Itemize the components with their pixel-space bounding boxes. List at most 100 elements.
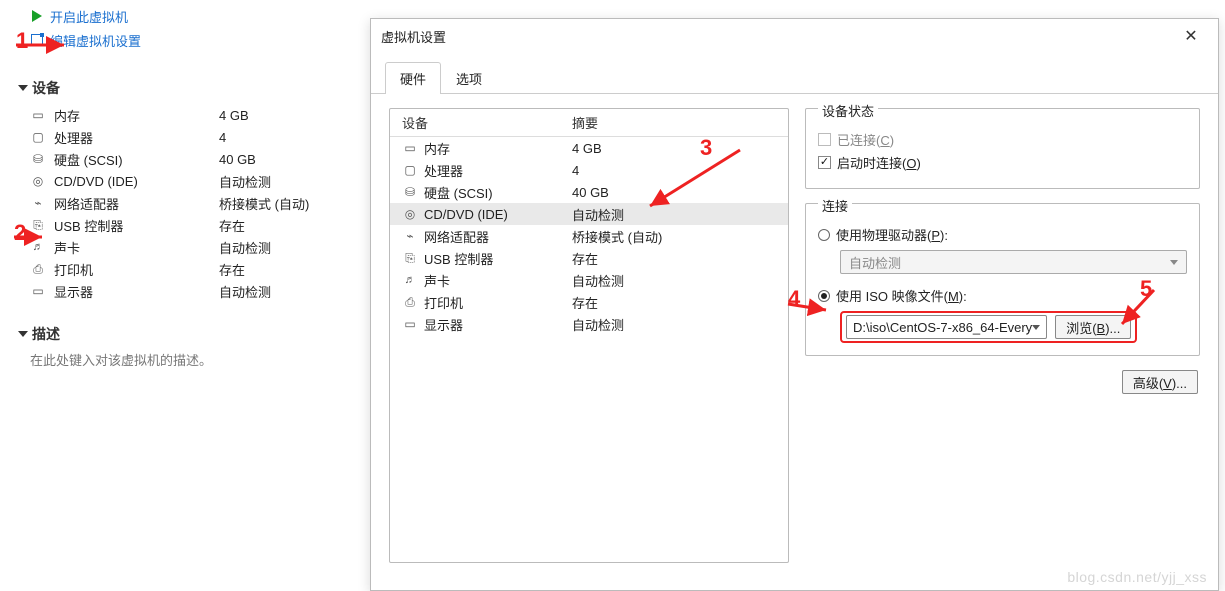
tab-options[interactable]: 选项 xyxy=(441,62,497,94)
list-item[interactable]: 硬盘 (SCSI)40 GB xyxy=(30,148,370,170)
device-icon xyxy=(402,274,418,286)
device-name: 声卡 xyxy=(54,238,219,257)
radio-checked-icon xyxy=(818,290,830,302)
description-placeholder[interactable]: 在此处键入对该虚拟机的描述。 xyxy=(30,350,370,369)
device-icon xyxy=(30,262,46,277)
device-name: 网络适配器 xyxy=(424,227,572,246)
checkbox-checked-icon: ✓ xyxy=(818,156,831,169)
device-name: 打印机 xyxy=(54,260,219,279)
table-row[interactable]: 网络适配器桥接模式 (自动) xyxy=(390,225,788,247)
physical-drive-select: 自动检测 xyxy=(840,250,1187,274)
device-value: 自动检测 xyxy=(219,172,271,191)
table-header: 设备 摘要 xyxy=(390,113,788,137)
device-summary: 自动检测 xyxy=(572,205,624,224)
tab-hardware[interactable]: 硬件 xyxy=(385,62,441,94)
devices-section-header[interactable]: 设备 xyxy=(18,78,370,98)
device-value: 存在 xyxy=(219,260,245,279)
device-summary: 4 xyxy=(572,163,579,178)
device-icon xyxy=(402,251,418,266)
list-item[interactable]: 网络适配器桥接模式 (自动) xyxy=(30,192,370,214)
edit-vm-settings-link[interactable]: 编辑虚拟机设置 xyxy=(30,28,370,52)
table-row[interactable]: USB 控制器存在 xyxy=(390,247,788,269)
connect-at-poweron-checkbox[interactable]: ✓ 启动时连接(O) xyxy=(818,153,1187,172)
list-item[interactable]: CD/DVD (IDE)自动检测 xyxy=(30,170,370,192)
device-summary-list: 内存4 GB处理器4硬盘 (SCSI)40 GBCD/DVD (IDE)自动检测… xyxy=(30,104,370,302)
device-name: 内存 xyxy=(424,139,572,158)
table-row[interactable]: 显示器自动检测 xyxy=(390,313,788,335)
physical-drive-value: 自动检测 xyxy=(849,253,901,272)
dialog-title: 虚拟机设置 xyxy=(381,27,1174,46)
table-row[interactable]: 打印机存在 xyxy=(390,291,788,313)
col-summary: 摘要 xyxy=(572,113,598,132)
device-value: 自动检测 xyxy=(219,238,271,257)
device-name: 内存 xyxy=(54,106,219,125)
browse-button[interactable]: 浏览(B)... xyxy=(1055,315,1131,339)
list-item[interactable]: 打印机存在 xyxy=(30,258,370,280)
device-value: 4 GB xyxy=(219,108,249,123)
chevron-down-icon xyxy=(1170,260,1178,265)
device-name: 打印机 xyxy=(424,293,572,312)
device-summary: 存在 xyxy=(572,249,598,268)
device-name: CD/DVD (IDE) xyxy=(54,174,219,189)
device-summary: 桥接模式 (自动) xyxy=(572,227,662,246)
device-icon xyxy=(30,196,46,210)
description-section-header[interactable]: 描述 xyxy=(18,324,370,344)
device-icon xyxy=(30,284,46,298)
device-detail-pane: 设备状态 已连接(C) ✓ 启动时连接(O) xyxy=(805,108,1200,563)
checkbox-icon xyxy=(818,133,831,146)
device-icon xyxy=(30,174,46,188)
tab-strip: 硬件 选项 xyxy=(371,61,1218,94)
power-on-vm-link[interactable]: 开启此虚拟机 xyxy=(30,4,370,28)
device-value: 桥接模式 (自动) xyxy=(219,194,309,213)
table-row[interactable]: 处理器4 xyxy=(390,159,788,181)
use-physical-drive-radio[interactable]: 使用物理驱动器(P): xyxy=(818,225,1187,244)
device-name: USB 控制器 xyxy=(424,249,572,268)
device-status-group: 设备状态 已连接(C) ✓ 启动时连接(O) xyxy=(805,108,1200,189)
dialog-titlebar: 虚拟机设置 ✕ xyxy=(371,19,1218,53)
col-device: 设备 xyxy=(402,113,572,132)
device-name: 硬盘 (SCSI) xyxy=(54,150,219,169)
device-icon xyxy=(402,207,418,221)
device-icon xyxy=(30,130,46,144)
device-summary: 存在 xyxy=(572,293,598,312)
list-item[interactable]: 显示器自动检测 xyxy=(30,280,370,302)
device-value: 40 GB xyxy=(219,152,256,167)
connection-legend: 连接 xyxy=(818,196,852,215)
device-name: 网络适配器 xyxy=(54,194,219,213)
hardware-device-table: 设备 摘要 内存4 GB处理器4硬盘 (SCSI)40 GBCD/DVD (ID… xyxy=(389,108,789,563)
connection-group: 连接 使用物理驱动器(P): 自动检测 xyxy=(805,203,1200,356)
iso-path-input[interactable]: D:\iso\CentOS-7-x86_64-Every xyxy=(846,315,1047,339)
device-icon xyxy=(402,185,418,199)
connected-checkbox: 已连接(C) xyxy=(818,130,1187,149)
edit-settings-label: 编辑虚拟机设置 xyxy=(50,31,141,50)
dialog-close-button[interactable]: ✕ xyxy=(1174,24,1208,48)
edit-icon xyxy=(30,34,44,46)
table-row[interactable]: 硬盘 (SCSI)40 GB xyxy=(390,181,788,203)
list-item[interactable]: 声卡自动检测 xyxy=(30,236,370,258)
table-row[interactable]: 声卡自动检测 xyxy=(390,269,788,291)
device-icon xyxy=(402,295,418,310)
use-iso-radio[interactable]: 使用 ISO 映像文件(M): xyxy=(818,286,1187,305)
table-row[interactable]: 内存4 GB xyxy=(390,137,788,159)
list-item[interactable]: USB 控制器存在 xyxy=(30,214,370,236)
device-status-legend: 设备状态 xyxy=(818,101,878,120)
device-summary: 自动检测 xyxy=(572,315,624,334)
chevron-down-icon xyxy=(1032,325,1040,330)
device-summary: 40 GB xyxy=(572,185,609,200)
device-icon xyxy=(30,152,46,166)
device-name: 处理器 xyxy=(424,161,572,180)
iso-path-value: D:\iso\CentOS-7-x86_64-Every xyxy=(853,320,1032,335)
list-item[interactable]: 内存4 GB xyxy=(30,104,370,126)
device-name: CD/DVD (IDE) xyxy=(424,207,572,222)
left-summary-panel: 开启此虚拟机 编辑虚拟机设置 设备 内存4 GB处理器4硬盘 (SCSI)40 … xyxy=(0,0,370,591)
device-icon xyxy=(402,317,418,331)
device-name: USB 控制器 xyxy=(54,216,219,235)
list-item[interactable]: 处理器4 xyxy=(30,126,370,148)
table-row[interactable]: CD/DVD (IDE)自动检测 xyxy=(390,203,788,225)
device-name: 硬盘 (SCSI) xyxy=(424,183,572,202)
advanced-button[interactable]: 高级(V)... xyxy=(1122,370,1198,394)
device-value: 存在 xyxy=(219,216,245,235)
device-summary: 自动检测 xyxy=(572,271,624,290)
device-name: 显示器 xyxy=(54,282,219,301)
annotation-highlight: D:\iso\CentOS-7-x86_64-Every 浏览(B)... xyxy=(840,311,1137,343)
